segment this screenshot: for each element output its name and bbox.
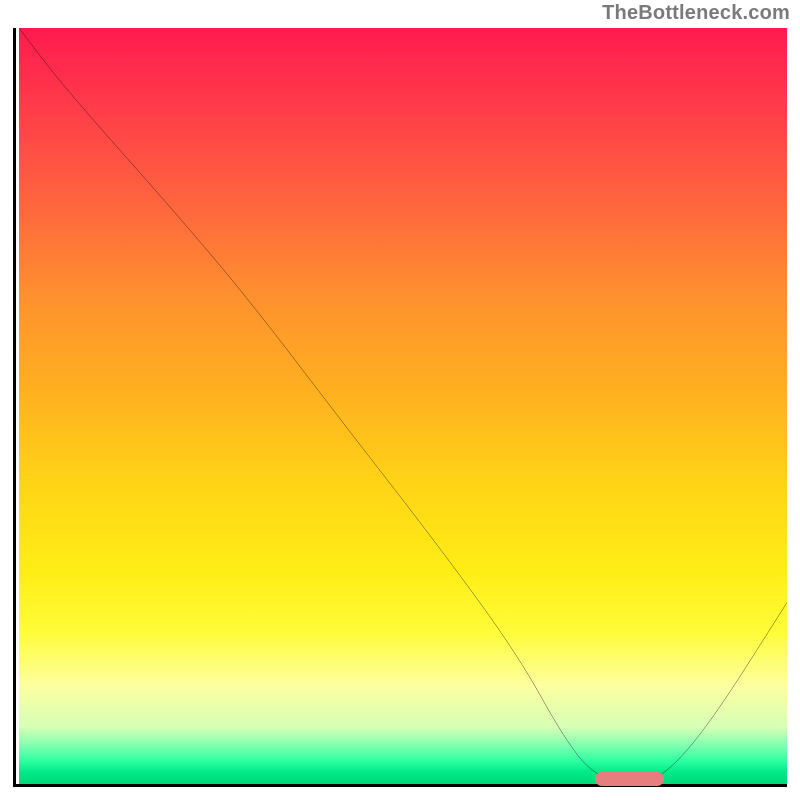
attribution-text: TheBottleneck.com [602, 2, 790, 25]
plot-frame [13, 28, 787, 787]
plot-area [19, 28, 787, 784]
chart-container: TheBottleneck.com [0, 0, 800, 800]
bottleneck-curve [19, 28, 787, 784]
optimal-range-marker [595, 772, 664, 786]
